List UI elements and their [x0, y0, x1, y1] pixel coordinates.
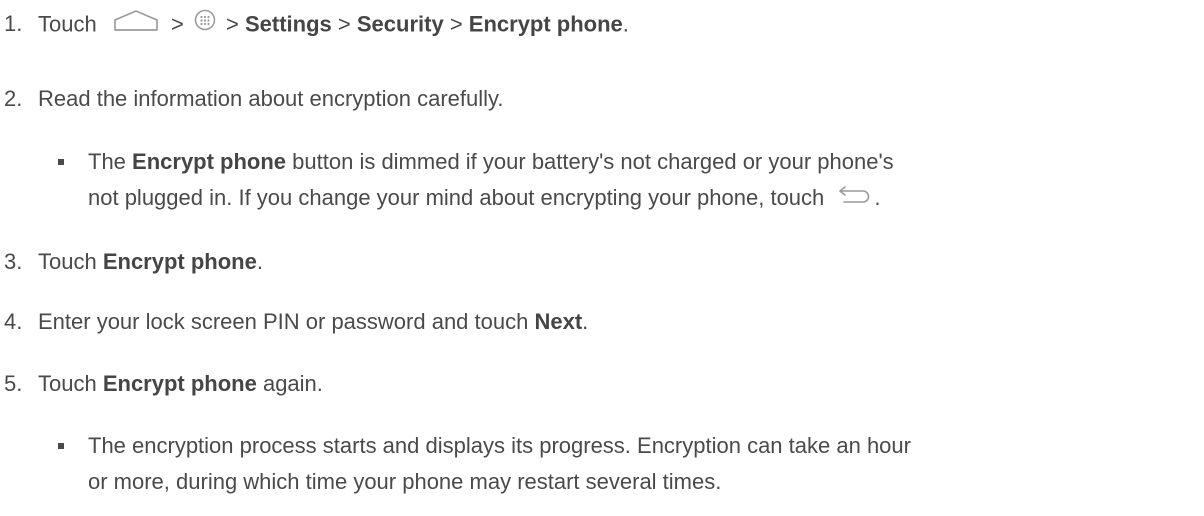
encrypt-phone-label: Encrypt phone [102, 249, 257, 274]
bullet-text: not plugged in. If you change your mind … [88, 183, 881, 211]
step-number: 4. [4, 309, 23, 334]
bullet-text: The Encrypt phone button is dimmed if yo… [88, 149, 894, 174]
step-text: Touch > > Settings > Security > Encrypt … [38, 8, 629, 41]
step-5: 5. Touch Encrypt phone again. [0, 370, 1204, 398]
next-label: Next [534, 309, 583, 334]
bullet-text: or more, during which time your phone ma… [88, 469, 722, 494]
bullet-square [58, 159, 64, 165]
back-icon [836, 183, 874, 211]
step-text: Read the information about encryption ca… [38, 86, 504, 111]
home-icon [113, 8, 159, 39]
step-2: 2. Read the information about encryption… [0, 85, 1204, 113]
step-number: 5. [4, 371, 23, 396]
bullet-square [58, 443, 64, 449]
step-text: Touch Encrypt phone again. [38, 371, 323, 396]
encrypt-phone-label: Encrypt phone [468, 11, 623, 37]
encrypt-phone-label: Encrypt phone [132, 149, 287, 174]
security-label: Security [356, 11, 444, 37]
step-3: 3. Touch Encrypt phone. [0, 248, 1204, 276]
bullet-2-continued: or more, during which time your phone ma… [0, 468, 1204, 496]
encrypt-phone-label: Encrypt phone [102, 371, 257, 396]
settings-label: Settings [245, 11, 332, 37]
instruction-page: 1. Touch > > Settings > Security > Encry… [0, 0, 1204, 516]
step-number: 2. [4, 86, 23, 111]
step-text: Enter your lock screen PIN or password a… [38, 309, 589, 334]
step-4: 4. Enter your lock screen PIN or passwor… [0, 308, 1204, 336]
apps-icon [194, 9, 216, 38]
bullet-2: The encryption process starts and displa… [0, 432, 1204, 460]
bullet-1: The Encrypt phone button is dimmed if yo… [0, 148, 1204, 176]
step-number: 3. [4, 249, 23, 274]
bullet-text: The encryption process starts and displa… [88, 433, 911, 458]
step-text: Touch Encrypt phone. [38, 249, 263, 274]
step-1: 1. Touch > > Settings > Security > Encry… [0, 8, 1204, 41]
step-number: 1. [4, 11, 23, 36]
bullet-1-continued: not plugged in. If you change your mind … [0, 184, 1204, 212]
